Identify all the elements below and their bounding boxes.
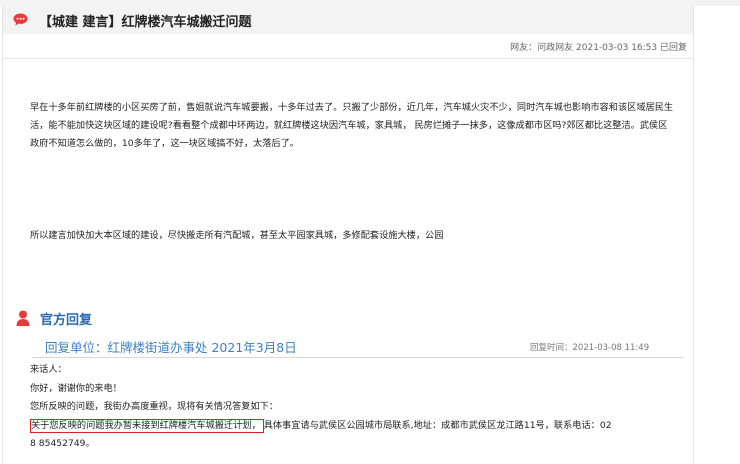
speech-bubble-icon	[13, 13, 28, 26]
reply-phone-tail: 8 85452749。	[30, 438, 95, 449]
reply-section-title: 官方回复	[40, 313, 93, 328]
reply-divider	[32, 357, 684, 358]
reply-answer-line: 关于您反映的问题我办暂未接到红牌楼汽车城搬迁计划， 具体事宜请与武侯区公园城市局联…	[30, 417, 690, 436]
reply-contact: 具体事宜请与武侯区公园城市局联系,地址：成都市武侯区龙江路11号，联系电话：02	[263, 419, 612, 431]
reply-greeting: 来话人：	[30, 364, 67, 375]
reply-intro: 您所反映的问题，我街办高度重视，现将有关情况答复如下：	[30, 401, 279, 412]
post-meta: 网友：问政网友 2021-03-03 16:53 已回复	[510, 43, 687, 53]
reply-unit: 回复单位：红牌楼街道办事处 2021年3月8日	[45, 340, 297, 355]
divider	[3, 58, 693, 59]
person-icon	[16, 310, 30, 326]
complaint-paragraph-2: 所以建言加快加大本区域的建设，尽快搬走所有汽配城，甚至太平园家具城，多修配套设施…	[30, 230, 444, 241]
reply-thanks: 你好，谢谢你的来电！	[30, 382, 122, 394]
page-title: 【城建 建言】红牌楼汽车城搬迁问题	[39, 15, 252, 30]
title-bar: 【城建 建言】红牌楼汽车城搬迁问题	[3, 6, 693, 34]
reply-time: 回复时间：2021-03-08 11:49	[530, 343, 650, 353]
reply-body: 来话人： 你好，谢谢你的来电！ 您所反映的问题，我街办高度重视，现将有关情况答复…	[30, 361, 690, 454]
highlighted-answer: 关于您反映的问题我办暂未接到红牌楼汽车城搬迁计划，	[30, 418, 264, 433]
complaint-paragraph-1: 早在十多年前红牌楼的小区买房了前，售姐就说汽车城要搬，十多年过去了。只搬了少部份…	[30, 102, 674, 149]
complaint-card: 【城建 建言】红牌楼汽车城搬迁问题 网友：问政网友 2021-03-03 16:…	[2, 6, 694, 464]
